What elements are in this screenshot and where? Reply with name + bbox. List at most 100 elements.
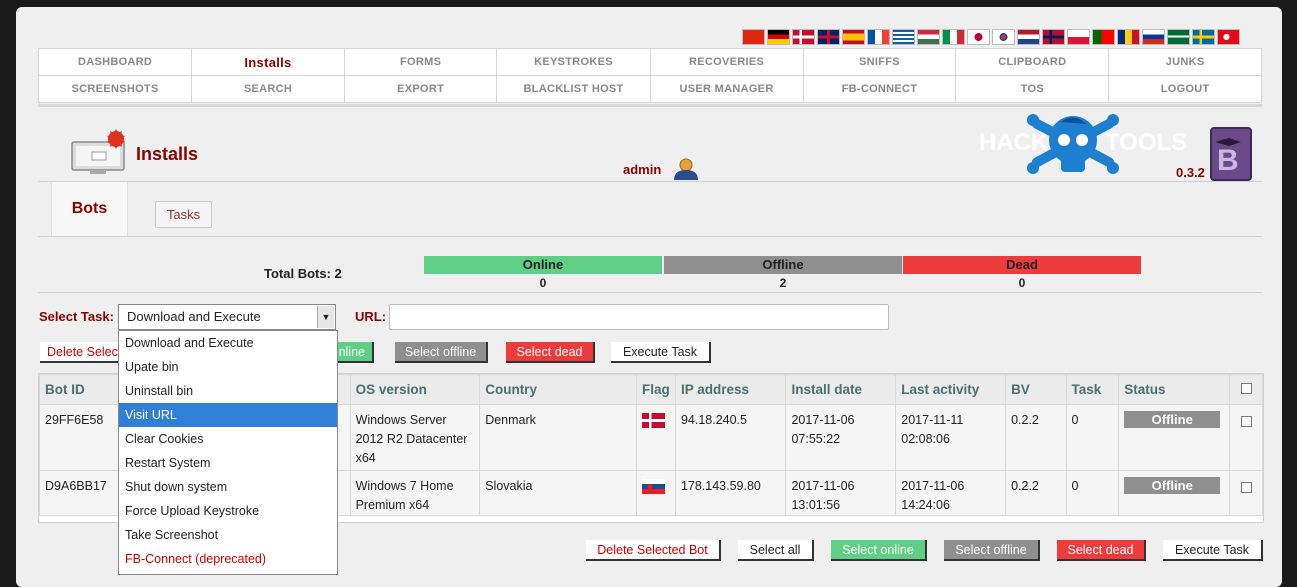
task-option-uninstall-bin[interactable]: Uninstall bin [119,379,337,403]
execute-task-button[interactable]: Execute Task [1163,540,1263,561]
url-label: URL: [355,309,387,324]
delete-selected-button-top[interactable]: Delete Selec [40,342,128,363]
main-nav: DASHBOARD Installs FORMS KEYSTROKES RECO… [37,48,1262,103]
nav-forms[interactable]: FORMS [343,48,498,76]
nl-flag-icon[interactable] [1017,29,1040,45]
svg-text:B: B [1217,144,1239,177]
task-option-shut-down[interactable]: Shut down system [119,475,337,499]
pl-flag-icon[interactable] [1067,29,1090,45]
jp-flag-icon[interactable] [967,29,990,45]
col-select [1229,374,1263,405]
fr-flag-icon[interactable] [867,29,890,45]
task-option-visit-url[interactable]: Visit URL [119,403,337,427]
task-option-download-execute[interactable]: Download and Execute [119,331,337,355]
sa-flag-icon[interactable] [1167,29,1190,45]
task-option-update-bin[interactable]: Upate bin [119,355,337,379]
nav-user-manager[interactable]: USER MANAGER [649,75,804,103]
col-os-version[interactable]: OS version [349,374,481,405]
select-dead-button[interactable]: Select dead [1057,540,1146,561]
nav-keystrokes[interactable]: KEYSTROKES [496,48,651,76]
stat-dead-count: 0 [1018,276,1026,290]
tab-tasks[interactable]: Tasks [155,201,212,228]
select-offline-button-top[interactable]: Select offline [395,342,488,363]
nav-junks[interactable]: JUNKS [1108,48,1262,76]
task-select-value: Download and Execute [127,309,261,324]
es-flag-icon[interactable] [842,29,865,45]
cell-bv: 0.2.2 [1005,404,1067,471]
logo-text-right: TOOLS [1105,129,1187,156]
execute-task-button-top[interactable]: Execute Task [611,342,711,363]
tr-flag-icon[interactable] [1217,29,1240,45]
col-ip-address[interactable]: IP address [674,374,787,405]
task-option-fb-connect[interactable]: FB-Connect (deprecated) [119,547,337,571]
cell-bot-id: 29FF6E58 [39,404,123,471]
col-country[interactable]: Country [479,374,637,405]
nav-sniffs[interactable]: SNIFFS [802,48,957,76]
cell-last-activity: 2017-11-06 14:24:06 [895,470,1007,516]
hu-flag-icon[interactable] [917,29,940,45]
col-status[interactable]: Status [1118,374,1231,405]
row-checkbox[interactable] [1240,416,1252,427]
status-badge: Offline [1124,411,1221,428]
select-offline-button[interactable]: Select offline [944,540,1040,561]
col-flag[interactable]: Flag [635,374,676,405]
divider [38,236,1262,237]
nav-search[interactable]: SEARCH [191,75,345,103]
kr-flag-icon[interactable] [992,29,1015,45]
select-all-checkbox[interactable] [1240,383,1252,394]
tab-bots[interactable]: Bots [51,182,128,237]
cell-os: Windows 7 Home Premium x64 [349,470,481,516]
select-online-button[interactable]: Select online [831,540,927,561]
task-option-clear-cookies[interactable]: Clear Cookies [119,427,337,451]
stat-offline-label: Offline [664,256,902,274]
ru-flag-icon[interactable] [1142,29,1165,45]
installs-computer-icon [70,128,130,181]
cn-flag-icon[interactable] [742,29,765,45]
task-option-take-screenshot[interactable]: Take Screenshot [119,523,337,547]
pt-flag-icon[interactable] [1092,29,1115,45]
col-bv[interactable]: BV [1005,374,1067,405]
cell-flag [635,470,676,516]
nav-screenshots[interactable]: SCREENSHOTS [37,75,193,103]
stat-online-count: 0 [539,276,547,290]
task-option-restart-system[interactable]: Restart System [119,451,337,475]
col-last-activity[interactable]: Last activity [895,374,1007,405]
de-flag-icon[interactable] [767,29,790,45]
select-all-button[interactable]: Select all [738,540,814,561]
dk-flag-icon[interactable] [792,29,815,45]
task-dropdown-list: Download and Execute Upate bin Uninstall… [118,330,338,575]
cell-country: Denmark [479,404,637,471]
nav-installs[interactable]: Installs [191,48,345,76]
divider [38,181,1262,182]
nav-tos[interactable]: TOS [955,75,1110,103]
cell-select [1229,404,1263,471]
nav-clipboard[interactable]: CLIPBOARD [955,48,1110,76]
nav-recoveries[interactable]: RECOVERIES [649,48,804,76]
cell-task: 0 [1065,470,1120,516]
nav-export[interactable]: EXPORT [343,75,498,103]
nav-dashboard[interactable]: DASHBOARD [37,48,193,76]
language-flags [742,29,1240,45]
no-flag-icon[interactable] [1042,29,1065,45]
col-bot-id[interactable]: Bot ID [39,374,123,405]
row-checkbox[interactable] [1240,482,1252,493]
nav-fb-connect[interactable]: FB-CONNECT [802,75,957,103]
col-install-date[interactable]: Install date [785,374,897,405]
task-select[interactable]: Download and Execute ▼ [118,304,336,330]
gr-flag-icon[interactable] [892,29,915,45]
chevron-down-icon[interactable]: ▼ [317,306,334,328]
task-option-force-upload-keystroke[interactable]: Force Upload Keystroke [119,499,337,523]
se-flag-icon[interactable] [1192,29,1215,45]
url-input[interactable] [389,304,889,330]
cell-country: Slovakia [479,470,637,516]
nav-logout[interactable]: LOGOUT [1108,75,1262,103]
col-task[interactable]: Task [1065,374,1120,405]
cell-ip: 178.143.59.80 [674,470,787,516]
status-badge: Offline [1124,477,1221,494]
delete-selected-button[interactable]: Delete Selected Bot [586,540,721,561]
gb-flag-icon[interactable] [817,29,840,45]
nav-blacklist-host[interactable]: BLACKLIST HOST [496,75,651,103]
select-dead-button-top[interactable]: Select dead [506,342,595,363]
it-flag-icon[interactable] [942,29,965,45]
ro-flag-icon[interactable] [1117,29,1140,45]
